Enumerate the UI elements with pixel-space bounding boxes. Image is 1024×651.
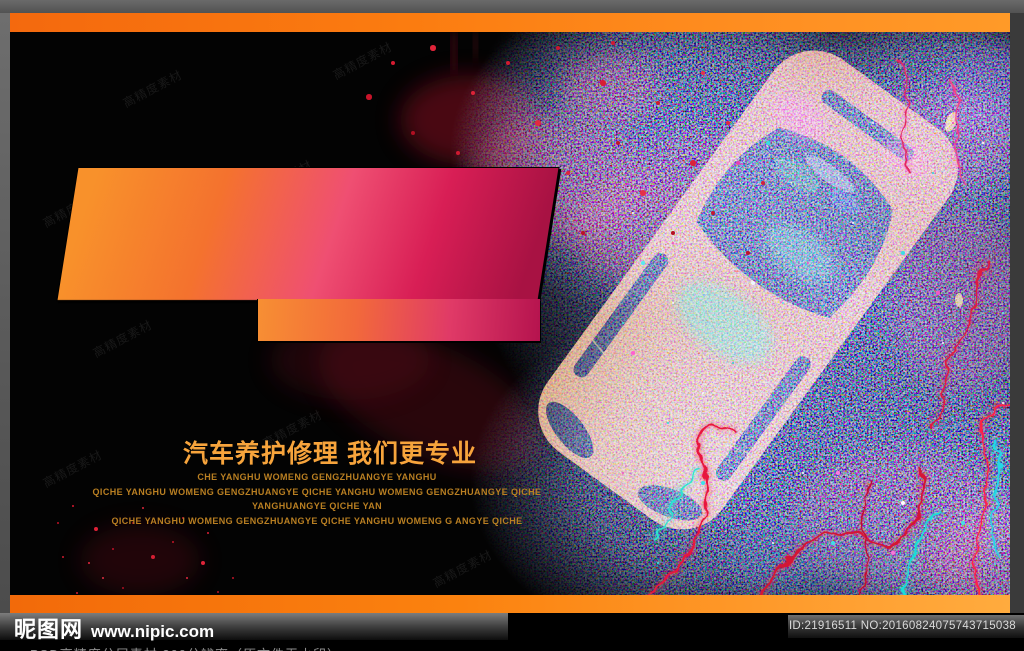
bottom-orange-bar (10, 595, 1010, 613)
poster-page: 高精度素材 高精度素材 高精度素材 高精度素材 高精度素材 高精度素材 高精度素… (0, 0, 1024, 651)
frame-strip-left (0, 13, 10, 613)
site-identity: 昵图网 www.nipic.com (14, 612, 214, 644)
fineprint-block: CHE YANGHU WOMENG GENGZHUANGYE YANGHU QI… (57, 470, 577, 528)
top-orange-bar (10, 13, 1010, 32)
fineprint-line: QICHE YANGHU WOMENG GENGZHUANGYE QICHE Y… (92, 486, 542, 512)
fineprint-line: QICHE YANGHU WOMENG GENGZHUANGYE QICHE Y… (111, 515, 523, 526)
frame-strip-top (0, 0, 1024, 13)
poster-title-en: CAR BEAUTY (258, 299, 540, 341)
site-url: www.nipic.com (91, 622, 215, 641)
bottom-note-text: PSD高精度分层素材 300分辨率（原文件无水印） (30, 644, 341, 651)
poster-subtitle: 汽车养护修理 我们更专业 (183, 440, 477, 468)
image-id-text: ID:21916511 NO:20160824075743715038 (788, 620, 1016, 632)
fineprint-line: CHE YANGHU WOMENG GENGZHUANGYE YANGHU (197, 472, 437, 482)
poster-title-cn: 汽车美容 (57, 168, 559, 300)
site-logo: 昵图网 (14, 617, 84, 642)
frame-strip-right (1010, 13, 1024, 613)
